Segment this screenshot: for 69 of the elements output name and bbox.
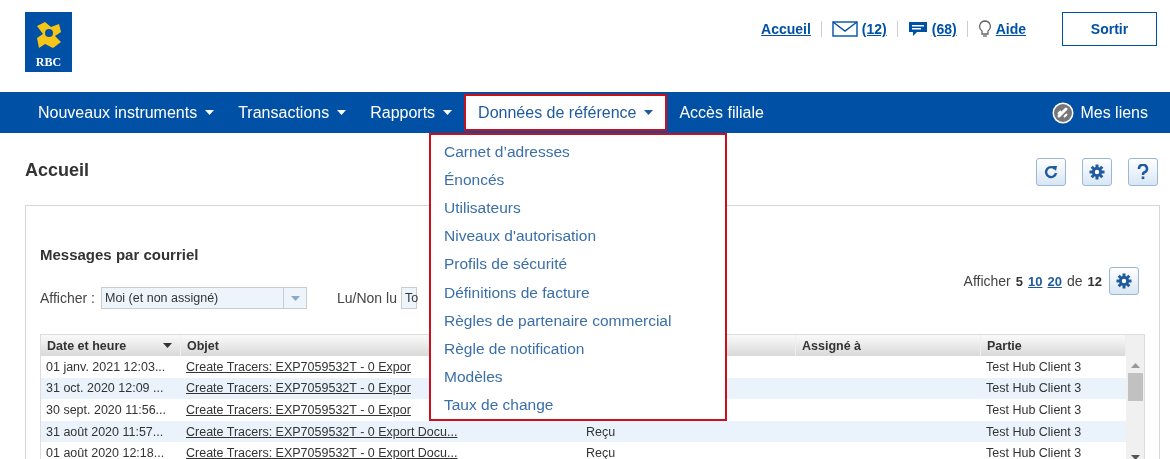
table-row[interactable]: 31 août 2020 11:57... Create Tracers: EXP7059532T - 0 Export Docu... Reçu Test Hub Client 3: [41, 420, 1126, 443]
menu-item[interactable]: Carnet d’adresses: [444, 138, 570, 167]
status-cell-text: Reçu: [585, 423, 617, 441]
menu-item[interactable]: Définitions de facture: [444, 278, 590, 307]
date-cell-text: 31 oct. 2020 12:09 ...: [45, 380, 165, 398]
party-cell-text: Test Hub Client 3: [985, 358, 1083, 376]
date-cell-text: 31 août 2020 11:57...: [45, 423, 165, 441]
read-select[interactable]: To: [400, 287, 417, 309]
caret-icon: [290, 295, 300, 301]
filter-label: Afficher :: [40, 290, 95, 306]
assignee-select[interactable]: Moi (et non assigné): [101, 287, 307, 309]
party-cell-text: Test Hub Client 3: [985, 380, 1083, 398]
scroll-thumb[interactable]: [1127, 373, 1143, 401]
messages-link[interactable]: (68): [897, 21, 967, 37]
menu-item[interactable]: Énoncés: [444, 166, 505, 195]
page-size-link[interactable]: 20: [1047, 273, 1062, 289]
settings-icon: [1089, 164, 1105, 180]
speech-bubble-icon: [907, 21, 928, 37]
home-link[interactable]: Accueil: [751, 21, 821, 37]
scroll-down-icon: [1130, 454, 1140, 459]
settings-button[interactable]: [1082, 158, 1112, 186]
date-cell-text: 30 sept. 2020 11:56...: [45, 402, 167, 419]
question-mark-icon: [1137, 164, 1149, 180]
logo[interactable]: RBC: [25, 12, 72, 72]
column-title: Partie: [987, 338, 1022, 353]
menu-item[interactable]: Règles de partenaire commercial: [444, 306, 672, 335]
party-cell-text: Test Hub Client 3: [985, 402, 1083, 419]
menu-item[interactable]: Profils de sécurité: [444, 250, 568, 279]
help-link[interactable]: Aide: [967, 20, 1036, 38]
party-cell-text: Test Hub Client 3: [985, 423, 1083, 441]
nav-tab[interactable]: Rapports: [358, 94, 465, 131]
logo-text: RBC: [35, 56, 62, 68]
sort-caret-icon: [163, 343, 172, 348]
envelope-icon: [831, 21, 858, 37]
status-cell-text: Reçu: [585, 445, 617, 459]
chain-link-icon: [1052, 101, 1075, 124]
column-title: Assigné à: [802, 338, 862, 353]
party-cell-text: Test Hub Client 3: [985, 445, 1083, 459]
settings-button[interactable]: [1109, 267, 1139, 295]
page-size-link[interactable]: 5: [1015, 273, 1023, 289]
panel-title: Messages par courriel: [40, 246, 200, 263]
nav-tab[interactable]: Transactions: [226, 94, 359, 131]
nav-tab[interactable]: Nouveaux instruments: [26, 94, 227, 131]
nav-tab[interactable]: Données de référence: [464, 94, 668, 131]
logout-button[interactable]: Sortir: [1062, 12, 1157, 46]
date-cell-text: 01 août 2020 12:18...: [45, 445, 166, 459]
menu-item[interactable]: Niveaux d'autorisation: [444, 222, 597, 251]
subject-link[interactable]: Create Tracers: EXP7059532T - 0 Export Docu...: [181, 420, 581, 443]
column-title: Objet: [187, 338, 219, 353]
page-size-link[interactable]: 10: [1028, 273, 1043, 289]
subject-link[interactable]: Create Tracers: EXP7059532T - 0 Export Docu...: [181, 442, 581, 459]
mail-link[interactable]: (12): [821, 21, 897, 37]
page-title: Accueil: [25, 159, 90, 181]
refresh-button[interactable]: [1036, 158, 1066, 186]
date-cell-text: 01 janv. 2021 12:03...: [45, 358, 167, 376]
my-links-link[interactable]: Mes liens: [1052, 101, 1148, 124]
total-count: 12: [1087, 273, 1102, 289]
scrollbar[interactable]: [1126, 335, 1144, 459]
read-filter-label: Lu/Non lu: [337, 290, 397, 306]
lightbulb-icon: [977, 20, 992, 38]
settings-icon: [1116, 273, 1132, 289]
scroll-up-icon: [1130, 363, 1140, 368]
pager-label: Afficher: [963, 273, 1011, 289]
column-title: Date et heure: [47, 338, 127, 353]
refresh-icon: [1044, 165, 1058, 179]
help-button[interactable]: [1128, 158, 1158, 186]
menu-item[interactable]: Utilisateurs: [444, 194, 521, 223]
pager-of-label: de: [1066, 273, 1083, 289]
nav-tab[interactable]: Accès filiale: [667, 94, 776, 131]
